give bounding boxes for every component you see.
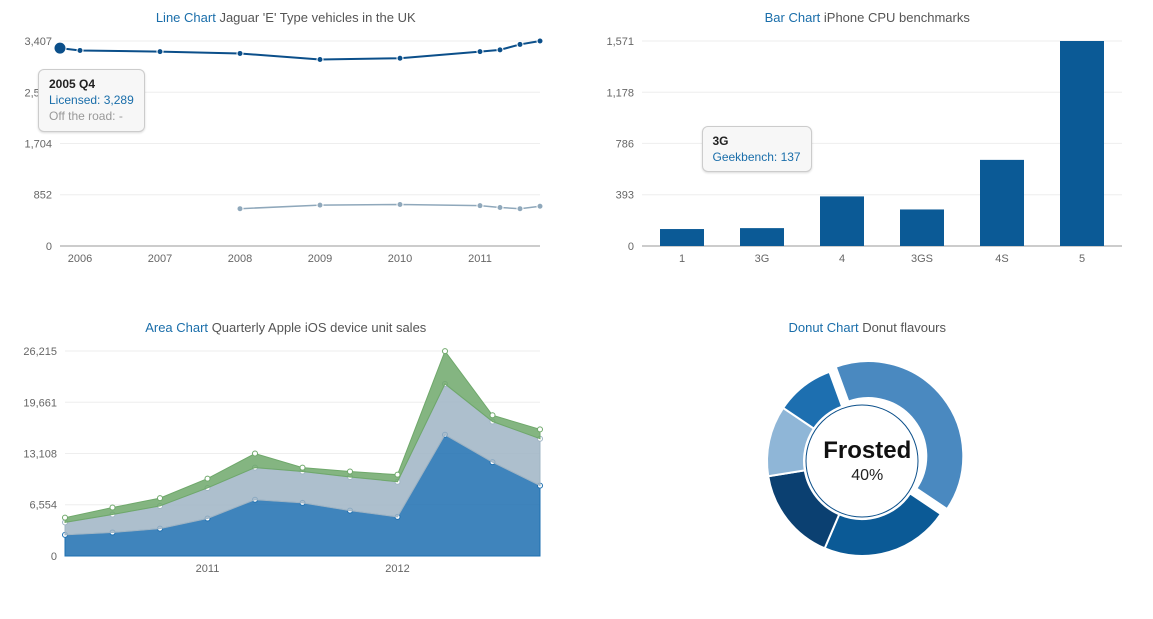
bar-chart-tooltip: 3G Geekbench: 137 <box>702 126 812 172</box>
line-chart-plot[interactable]: 08521,7042,5553,407200620072008200920102… <box>10 31 562 271</box>
svg-text:2011: 2011 <box>196 563 220 575</box>
svg-text:2012: 2012 <box>385 563 409 575</box>
svg-text:2011: 2011 <box>468 253 492 265</box>
svg-text:2008: 2008 <box>228 253 252 265</box>
svg-text:1,571: 1,571 <box>606 36 634 48</box>
line-chart-title: Line Chart Jaguar 'E' Type vehicles in t… <box>10 10 562 25</box>
svg-text:3,407: 3,407 <box>24 36 52 48</box>
svg-text:852: 852 <box>34 190 52 202</box>
svg-text:13,108: 13,108 <box>23 448 57 460</box>
svg-text:0: 0 <box>627 241 633 253</box>
chart-type-label: Donut Chart <box>788 320 858 335</box>
donut-chart-title: Donut Chart Donut flavours <box>592 320 1144 335</box>
svg-text:2010: 2010 <box>388 253 412 265</box>
chart-subtitle: Donut flavours <box>862 320 946 335</box>
area-chart-title: Area Chart Quarterly Apple iOS device un… <box>10 320 562 335</box>
svg-text:5: 5 <box>1078 253 1084 265</box>
donut-center: Frosted 40% <box>823 437 911 485</box>
tooltip-line1: Geekbench: 137 <box>713 149 801 165</box>
line-chart-panel: Line Chart Jaguar 'E' Type vehicles in t… <box>10 10 562 300</box>
svg-text:1,178: 1,178 <box>606 87 634 99</box>
svg-text:3GS: 3GS <box>910 253 932 265</box>
tooltip-line1: Licensed: 3,289 <box>49 92 134 108</box>
svg-text:4: 4 <box>838 253 844 265</box>
bar-chart-panel: Bar Chart iPhone CPU benchmarks 0 393 786 1… <box>592 10 1144 300</box>
svg-text:2009: 2009 <box>308 253 332 265</box>
chart-type-label: Line Chart <box>156 10 216 25</box>
svg-text:2006: 2006 <box>68 253 92 265</box>
tooltip-header: 2005 Q4 <box>49 76 134 92</box>
svg-text:393: 393 <box>615 190 633 202</box>
svg-text:19,661: 19,661 <box>23 397 57 409</box>
chart-type-label: Bar Chart <box>765 10 821 25</box>
tooltip-header: 3G <box>713 133 801 149</box>
donut-center-pct: 40% <box>823 467 911 485</box>
bar-chart-plot[interactable]: 0 393 786 1,178 1,571 1 3G 4 3GS 4S 5 3G Geekbench… <box>592 31 1144 271</box>
svg-text:6,554: 6,554 <box>29 500 57 512</box>
area-chart-plot[interactable]: 0 6,554 13,108 19,661 26,215 2011 2012 <box>10 341 562 581</box>
svg-text:3G: 3G <box>754 253 769 265</box>
svg-text:26,215: 26,215 <box>23 346 57 358</box>
svg-text:2007: 2007 <box>148 253 172 265</box>
donut-center-label: Frosted <box>823 437 911 465</box>
tooltip-line2: Off the road: - <box>49 108 134 124</box>
area-chart-panel: Area Chart Quarterly Apple iOS device un… <box>10 320 562 610</box>
chart-type-label: Area Chart <box>145 320 208 335</box>
bar-chart-title: Bar Chart iPhone CPU benchmarks <box>592 10 1144 25</box>
chart-subtitle: Quarterly Apple iOS device unit sales <box>212 320 427 335</box>
donut-chart-plot[interactable]: Frosted 40% <box>592 341 1144 581</box>
svg-text:4S: 4S <box>995 253 1008 265</box>
line-chart-tooltip: 2005 Q4 Licensed: 3,289 Off the road: - <box>38 69 145 132</box>
donut-chart-panel: Donut Chart Donut flavours Frosted 40% <box>592 320 1144 610</box>
svg-text:1: 1 <box>678 253 684 265</box>
chart-subtitle: Jaguar 'E' Type vehicles in the UK <box>219 10 415 25</box>
svg-text:0: 0 <box>51 551 57 563</box>
svg-text:0: 0 <box>46 241 52 253</box>
svg-text:786: 786 <box>615 138 633 150</box>
chart-subtitle: iPhone CPU benchmarks <box>824 10 970 25</box>
svg-text:1,704: 1,704 <box>24 138 52 150</box>
